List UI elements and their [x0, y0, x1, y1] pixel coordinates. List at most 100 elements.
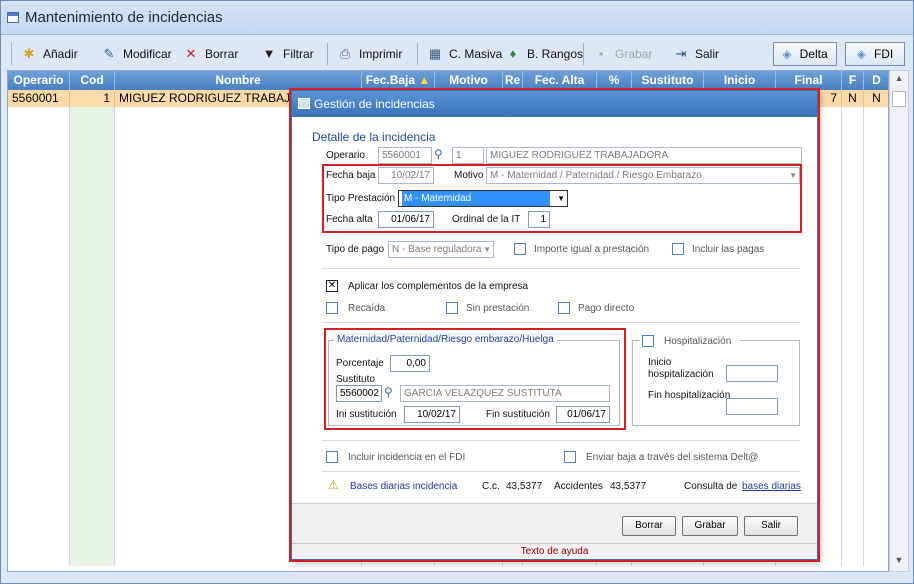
table-cell: N	[864, 90, 888, 107]
table-cell	[8, 260, 70, 277]
delta-label: Delta	[799, 47, 828, 61]
table-cell	[864, 447, 888, 464]
brangos-label: B. Rangos	[527, 47, 584, 61]
table-cell	[842, 260, 864, 277]
exit-icon: ⇥	[675, 46, 687, 61]
table-cell	[864, 243, 888, 260]
table-cell	[864, 294, 888, 311]
save-button[interactable]: ▪ Grabar	[593, 43, 653, 65]
table-cell	[8, 498, 70, 515]
grid-icon: ▦	[428, 46, 442, 61]
delete-button[interactable]: ✕ Borrar	[183, 43, 239, 65]
table-cell	[864, 141, 888, 158]
table-cell	[842, 362, 864, 379]
table-cell	[70, 430, 115, 447]
table-cell	[864, 396, 888, 413]
filter-button[interactable]: ▼ Filtrar	[261, 43, 314, 65]
delta-button[interactable]: ◈ Delta	[773, 42, 837, 66]
brangos-button[interactable]: ♦ B. Rangos	[505, 43, 583, 65]
table-cell	[70, 226, 115, 243]
table-cell	[842, 158, 864, 175]
table-cell	[864, 413, 888, 430]
table-cell	[864, 158, 888, 175]
table-cell	[842, 107, 864, 124]
table-cell	[864, 192, 888, 209]
table-cell	[70, 481, 115, 498]
column-header[interactable]: Cod	[70, 71, 115, 90]
table-cell	[8, 294, 70, 311]
table-cell	[842, 345, 864, 362]
vertical-scrollbar[interactable]: ▲ ▼	[889, 70, 909, 572]
table-cell	[8, 226, 70, 243]
cmasiva-button[interactable]: ▦ C. Masiva	[427, 43, 503, 65]
column-header-label: Fec.Baja	[365, 73, 416, 87]
toolbar-separator	[11, 43, 12, 65]
table-cell	[70, 107, 115, 124]
table-cell	[842, 141, 864, 158]
table-cell: N	[842, 90, 864, 107]
table-cell	[842, 396, 864, 413]
scroll-up-icon[interactable]: ▲	[892, 73, 906, 87]
filter-label: Filtrar	[283, 47, 314, 61]
fdi-button[interactable]: ◈ FDI	[845, 42, 905, 66]
table-cell	[70, 311, 115, 328]
table-cell	[842, 464, 864, 481]
table-cell	[8, 413, 70, 430]
table-cell	[864, 175, 888, 192]
table-cell	[864, 107, 888, 124]
table-cell	[842, 124, 864, 141]
table-cell	[70, 345, 115, 362]
table-cell	[8, 328, 70, 345]
table-cell	[842, 192, 864, 209]
table-cell	[70, 209, 115, 226]
table-cell	[70, 362, 115, 379]
table-cell	[70, 447, 115, 464]
table-cell	[864, 345, 888, 362]
table-cell	[8, 549, 70, 566]
table-cell	[70, 379, 115, 396]
save-label: Grabar	[615, 47, 653, 61]
table-cell	[842, 328, 864, 345]
table-cell	[8, 192, 70, 209]
table-cell	[842, 175, 864, 192]
table-cell	[842, 277, 864, 294]
edit-icon: ✎	[103, 46, 115, 61]
toolbar-separator	[417, 43, 418, 65]
scroll-thumb[interactable]	[892, 91, 906, 107]
table-cell	[8, 532, 70, 549]
table-cell	[8, 396, 70, 413]
table-cell	[8, 345, 70, 362]
table-cell	[8, 124, 70, 141]
column-header[interactable]: D	[864, 71, 888, 90]
table-cell: 5560001	[8, 90, 70, 107]
print-label: Imprimir	[359, 47, 403, 61]
print-button[interactable]: ⎙ Imprimir	[337, 43, 403, 65]
table-cell	[8, 464, 70, 481]
toolbar-separator	[583, 43, 584, 65]
table-cell	[70, 192, 115, 209]
toolbar: ✱ Añadir ✎ Modificar ✕ Borrar ▼ Filtrar ⎙ Imp…	[7, 39, 909, 69]
table-cell	[842, 379, 864, 396]
table-cell	[864, 311, 888, 328]
add-button[interactable]: ✱ Añadir	[21, 43, 78, 65]
table-cell	[864, 430, 888, 447]
table-cell	[8, 362, 70, 379]
scroll-down-icon[interactable]: ▼	[892, 555, 906, 569]
cmasiva-label: C. Masiva	[449, 47, 503, 61]
tag-icon: ◈	[856, 47, 866, 61]
add-icon: ✱	[23, 46, 35, 61]
table-cell	[842, 226, 864, 243]
table-cell	[8, 209, 70, 226]
window-title: Mantenimiento de incidencias	[25, 9, 223, 26]
column-header[interactable]: F	[842, 71, 864, 90]
table-cell	[8, 175, 70, 192]
edit-button[interactable]: ✎ Modificar	[101, 43, 172, 65]
table-cell	[864, 532, 888, 549]
table-cell	[842, 294, 864, 311]
exit-button[interactable]: ⇥ Salir	[673, 43, 719, 65]
column-header[interactable]: Operario	[8, 71, 70, 90]
table-cell	[70, 532, 115, 549]
tag-icon: ◈	[782, 47, 792, 61]
sort-asc-icon: ▲	[418, 73, 431, 87]
table-cell	[8, 243, 70, 260]
